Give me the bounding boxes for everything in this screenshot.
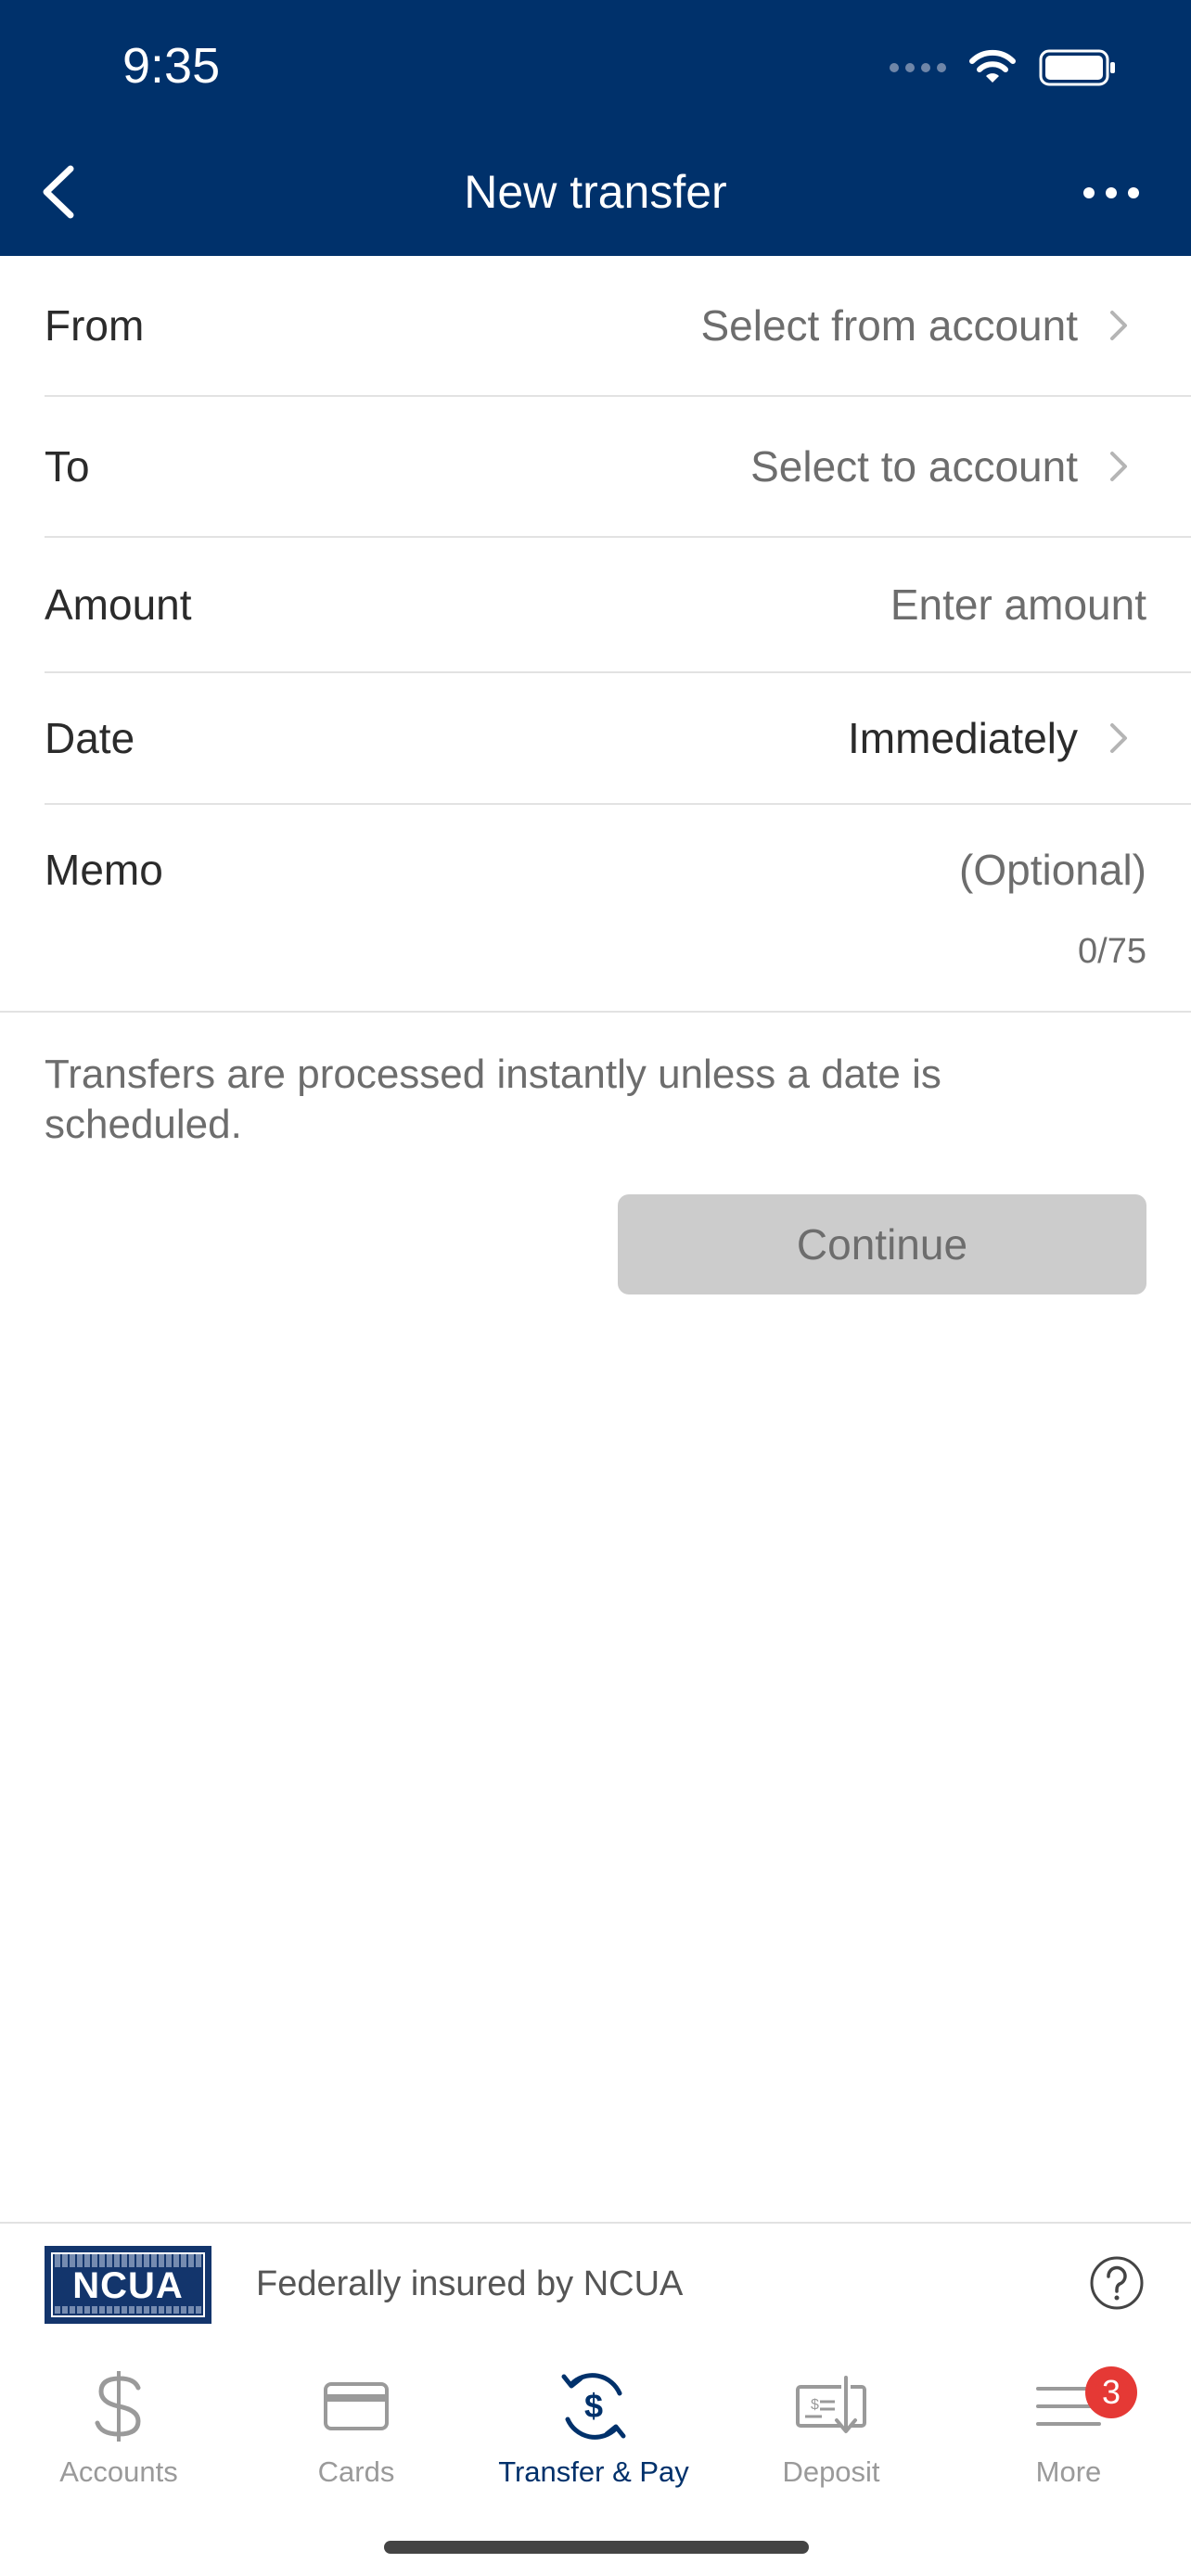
- tab-accounts[interactable]: Accounts: [0, 2365, 237, 2504]
- memo-row[interactable]: Memo (Optional): [45, 805, 1191, 935]
- tab-label: Accounts: [59, 2455, 178, 2488]
- ncua-logo-text: NCUA: [72, 2265, 184, 2306]
- continue-button[interactable]: Continue: [618, 1194, 1146, 1294]
- transfer-icon: $: [561, 2373, 626, 2440]
- divider: [0, 1011, 1191, 1013]
- amount-input[interactable]: Enter amount: [890, 580, 1146, 630]
- status-icons: [890, 45, 1117, 91]
- from-value: Select from account: [700, 301, 1078, 350]
- chevron-right-icon: [1091, 710, 1146, 766]
- battery-icon: [1039, 49, 1115, 86]
- tab-deposit[interactable]: $ Deposit: [712, 2365, 950, 2504]
- credit-card-icon: [324, 2382, 389, 2430]
- amount-row[interactable]: Amount Enter amount: [45, 538, 1191, 673]
- to-label: To: [45, 442, 90, 491]
- chevron-right-icon: [1091, 439, 1146, 494]
- tab-cards[interactable]: Cards: [237, 2365, 475, 2504]
- help-icon: [1090, 2256, 1144, 2310]
- ncua-banner: NCUA Federally insured by NCUA: [0, 2222, 1191, 2348]
- help-button[interactable]: [1089, 2255, 1145, 2311]
- ncua-logo: NCUA: [45, 2246, 211, 2324]
- from-account-row[interactable]: From Select from account: [45, 256, 1191, 397]
- tab-more[interactable]: 3 More: [950, 2365, 1187, 2504]
- svg-text:$: $: [811, 2397, 819, 2413]
- to-value: Select to account: [750, 442, 1078, 491]
- bottom-tab-bar: Accounts Cards $ Transfer & Pay $ Deposi…: [0, 2346, 1191, 2576]
- date-value: Immediately: [848, 714, 1078, 762]
- ellipsis-icon: [1083, 187, 1095, 198]
- check-deposit-icon: $: [796, 2376, 866, 2433]
- more-options-button[interactable]: [1065, 178, 1139, 208]
- from-label: From: [45, 301, 145, 350]
- memo-label: Memo: [45, 846, 163, 894]
- date-row[interactable]: Date Immediately: [45, 673, 1191, 805]
- tab-label: Cards: [317, 2455, 395, 2488]
- amount-label: Amount: [45, 580, 192, 629]
- wifi-icon: [969, 49, 1016, 83]
- status-time: 9:35: [122, 38, 221, 94]
- top-header: 9:35 New transfer: [0, 0, 1191, 256]
- date-label: Date: [45, 714, 135, 762]
- tab-transfer-pay[interactable]: $ Transfer & Pay: [475, 2365, 712, 2504]
- tab-label: Transfer & Pay: [498, 2455, 689, 2488]
- chevron-right-icon: [1091, 298, 1146, 353]
- to-account-row[interactable]: To Select to account: [45, 397, 1191, 538]
- dollar-icon: [95, 2371, 141, 2442]
- tab-label: Deposit: [782, 2455, 880, 2488]
- info-text: Transfers are processed instantly unless…: [45, 1052, 941, 1147]
- tab-label: More: [1035, 2455, 1102, 2488]
- svg-text:$: $: [584, 2387, 603, 2425]
- memo-input[interactable]: (Optional): [959, 845, 1146, 895]
- memo-character-counter: 0/75: [1078, 932, 1146, 971]
- page-title: New transfer: [464, 166, 727, 218]
- ncua-text: Federally insured by NCUA: [256, 2264, 684, 2303]
- signal-icon: [890, 63, 946, 72]
- notification-badge: 3: [1085, 2366, 1137, 2418]
- home-indicator: [384, 2541, 809, 2554]
